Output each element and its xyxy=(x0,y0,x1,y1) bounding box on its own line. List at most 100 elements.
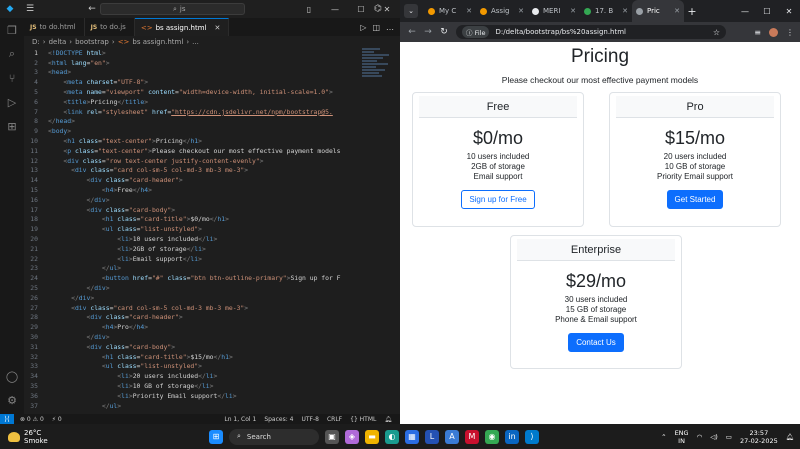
problems-count[interactable]: ⊗ 0 ⚠ 0 xyxy=(20,416,44,423)
bell-icon[interactable]: 🔔︎ xyxy=(384,416,392,423)
code-line[interactable]: 25 </div> xyxy=(24,283,400,293)
explorer-icon[interactable]: ❐ xyxy=(0,18,24,42)
code-line[interactable]: 10 <h1 class="text-center">Pricing</h1> xyxy=(24,136,400,146)
close-tab-icon[interactable]: ✕ xyxy=(570,7,576,15)
sign-up-button[interactable]: Sign up for Free xyxy=(461,190,535,209)
line-ending[interactable]: CRLF xyxy=(327,416,342,423)
code-line[interactable]: 13 <div class="card col-sm-5 col-md-3 mb… xyxy=(24,166,400,176)
code-line[interactable]: 8 </head> xyxy=(24,117,400,127)
code-line[interactable]: 27 <div class="card col-sm-5 col-md-3 mb… xyxy=(24,303,400,313)
code-line[interactable]: 28 <div class="card-header"> xyxy=(24,313,400,323)
indentation[interactable]: Spaces: 4 xyxy=(264,416,293,423)
profile-avatar[interactable] xyxy=(769,27,778,37)
code-line[interactable]: 33 <ul class="list-unstyled"> xyxy=(24,362,400,372)
close-tab-icon[interactable]: ✕ xyxy=(214,24,220,32)
code-line[interactable]: 16 </div> xyxy=(24,195,400,205)
breadcrumb-item[interactable]: delta xyxy=(49,38,67,46)
settings-gear-icon[interactable]: ⚙ xyxy=(0,388,24,412)
code-line[interactable]: 7 <link rel="stylesheet" href="https://c… xyxy=(24,107,400,117)
reload-icon[interactable]: ↻ xyxy=(436,27,452,37)
extensions-icon[interactable]: ⊞ xyxy=(0,114,24,138)
run-icon[interactable]: ▷ xyxy=(360,23,366,32)
close-button[interactable]: ✕ xyxy=(374,0,400,18)
code-line[interactable]: 22 <li>Email support</li> xyxy=(24,254,400,264)
breadcrumb-item[interactable]: D: xyxy=(32,38,40,46)
file-explorer-icon[interactable]: ▬ xyxy=(365,429,379,444)
close-tab-icon[interactable]: ✕ xyxy=(674,7,680,15)
code-line[interactable]: 11 <p class="text-center">Please checkou… xyxy=(24,146,400,156)
code-line[interactable]: 19 <ul class="list-unstyled"> xyxy=(24,224,400,234)
edge-icon[interactable]: ◐ xyxy=(385,429,399,444)
editor-scrollbar[interactable] xyxy=(392,48,400,414)
language-indicator[interactable]: ENG IN xyxy=(675,429,689,445)
close-button[interactable]: ✕ xyxy=(778,7,800,16)
taskbar-search[interactable]: ⌕ Search xyxy=(229,428,319,445)
bookmark-star-icon[interactable]: ☆ xyxy=(713,28,720,37)
contact-us-button[interactable]: Contact Us xyxy=(568,333,624,352)
code-line[interactable]: 17 <div class="card-body"> xyxy=(24,205,400,215)
code-line[interactable]: 29 <h4>Pro</h4> xyxy=(24,322,400,332)
windows-start-icon[interactable]: ⊞ xyxy=(209,429,223,444)
breadcrumb-item[interactable]: bootstrap xyxy=(75,38,109,46)
split-editor-icon[interactable]: ◫ xyxy=(372,23,380,32)
code-editor[interactable]: 1 <!DOCTYPE html> 2 <html lang="en"> 3 <head>… xyxy=(24,48,400,414)
browser-tab[interactable]: My C ✕ xyxy=(424,0,476,22)
extensions-icon[interactable]: ≡ xyxy=(754,28,761,37)
ports-count[interactable]: ⚡ 0 xyxy=(52,416,62,423)
copilot-icon[interactable]: ◈ xyxy=(345,429,359,444)
chrome-icon[interactable]: ◉ xyxy=(485,429,499,444)
search-icon[interactable]: ⌕ xyxy=(0,42,24,66)
layout-icon[interactable]: ▯ xyxy=(296,0,322,18)
more-menu-icon[interactable]: ⋮ xyxy=(786,28,794,37)
code-line[interactable]: 12 <div class="row text-center justify-c… xyxy=(24,156,400,166)
close-tab-icon[interactable]: ✕ xyxy=(622,7,628,15)
get-started-button[interactable]: Get Started xyxy=(666,190,724,209)
breadcrumb-item[interactable]: ... xyxy=(192,38,199,46)
back-arrow-icon[interactable]: ← xyxy=(85,2,99,16)
task-view-icon[interactable]: ▣ xyxy=(325,429,339,444)
code-line[interactable]: 36 <li>Priority Email support</li> xyxy=(24,391,400,401)
app-l-icon[interactable]: L xyxy=(425,429,439,444)
command-center-search[interactable]: ⌕ js xyxy=(100,3,245,15)
account-icon[interactable]: ◯ xyxy=(0,364,24,388)
tab-todo-js[interactable]: JS to do.js xyxy=(85,18,135,36)
app-a-icon[interactable]: A xyxy=(445,429,459,444)
code-line[interactable]: 20 <li>10 users included</li> xyxy=(24,234,400,244)
tab-bs-assign-html[interactable]: <> bs assign.html ✕ xyxy=(134,18,230,36)
code-line[interactable]: 5 <meta name="viewport" content="width=d… xyxy=(24,87,400,97)
forward-arrow-icon[interactable]: → xyxy=(420,27,436,37)
maximize-button[interactable]: ☐ xyxy=(348,0,374,18)
vscode-icon[interactable]: ⟩ xyxy=(525,429,539,444)
linkedin-icon[interactable]: in xyxy=(505,429,519,444)
code-line[interactable]: 9 <body> xyxy=(24,126,400,136)
code-line[interactable]: 32 <h1 class="card-title">$15/mo</h1> xyxy=(24,352,400,362)
run-debug-icon[interactable]: ▷ xyxy=(0,90,24,114)
minimap[interactable] xyxy=(362,48,392,88)
language-mode[interactable]: {} HTML xyxy=(350,416,376,423)
mcafee-icon[interactable]: M xyxy=(465,429,479,444)
code-line[interactable]: 30 </div> xyxy=(24,332,400,342)
code-line[interactable]: 37 </ul> xyxy=(24,401,400,411)
close-tab-icon[interactable]: ✕ xyxy=(466,7,472,15)
code-line[interactable]: 15 <h4>Free</h4> xyxy=(24,185,400,195)
menu-icon[interactable]: ☰ xyxy=(23,2,37,16)
code-line[interactable]: 18 <h1 class="card-title">$0/mo</h1> xyxy=(24,215,400,225)
minimize-button[interactable]: — xyxy=(734,7,756,16)
weather-widget[interactable]: 26°C Smoke xyxy=(0,429,180,445)
browser-tab[interactable]: MERI ✕ xyxy=(528,0,580,22)
chevron-up-icon[interactable]: ⌃ xyxy=(661,433,666,441)
code-line[interactable]: 4 <meta charset="UTF-8"> xyxy=(24,77,400,87)
new-tab-icon[interactable]: + xyxy=(684,5,700,18)
tab-search-icon[interactable]: ⌄ xyxy=(404,4,418,18)
remote-icon[interactable]: ⟩⟨ xyxy=(0,414,14,424)
address-bar[interactable]: ⓘ File D:/delta/bootstrap/bs%20assign.ht… xyxy=(456,25,726,39)
code-line[interactable]: 35 <li>10 GB of storage</li> xyxy=(24,381,400,391)
notification-bell-icon[interactable]: 🔔︎ xyxy=(786,433,794,441)
code-line[interactable]: 21 <li>2GB of storage</li> xyxy=(24,244,400,254)
code-line[interactable]: 2 <html lang="en"> xyxy=(24,58,400,68)
code-line[interactable]: 23 </ul> xyxy=(24,264,400,274)
code-line[interactable]: 1 <!DOCTYPE html> xyxy=(24,48,400,58)
store-icon[interactable]: ▦ xyxy=(405,429,419,444)
code-line[interactable]: 14 <div class="card-header"> xyxy=(24,175,400,185)
code-line[interactable]: 31 <div class="card-body"> xyxy=(24,342,400,352)
